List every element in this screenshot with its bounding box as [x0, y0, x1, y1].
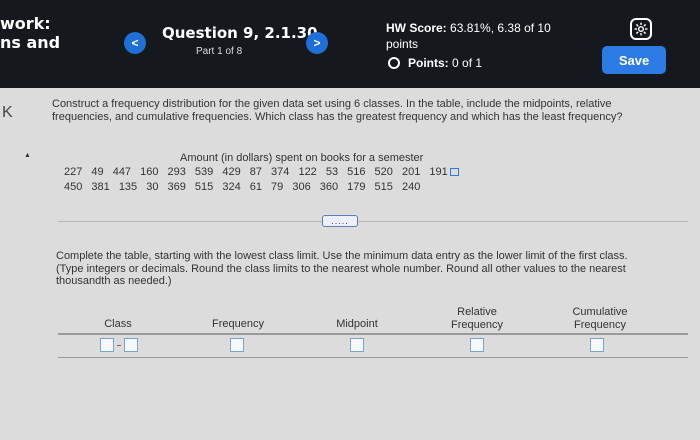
- midpoint-input[interactable]: [350, 338, 364, 352]
- frequency-input[interactable]: [230, 338, 244, 352]
- data-row-1-values: 227 49 447 160 293 539 429 87 374 122 53…: [64, 166, 448, 178]
- scroll-indicator-icon: ▲: [24, 152, 31, 159]
- question-part: Part 1 of 8: [196, 46, 243, 57]
- data-set-title: Amount (in dollars) spent on books for a…: [180, 152, 424, 164]
- chevron-left-icon: <: [131, 36, 139, 50]
- collapse-panel-button[interactable]: K: [2, 104, 13, 122]
- class-lower-limit-input[interactable]: [100, 338, 114, 352]
- next-question-button[interactable]: >: [306, 32, 328, 54]
- radio-circle-icon: [388, 57, 400, 69]
- course-title-line1: work:: [0, 14, 51, 33]
- expand-button[interactable]: .....: [322, 215, 358, 227]
- instructions: Complete the table, starting with the lo…: [56, 250, 656, 288]
- section-divider: [58, 221, 688, 222]
- data-row-2: 450 381 135 30 369 515 324 61 79 306 360…: [64, 181, 421, 193]
- save-button[interactable]: Save: [602, 46, 666, 74]
- data-row-1: 227 49 447 160 293 539 429 87 374 122 53…: [64, 166, 459, 178]
- cumulative-frequency-input[interactable]: [590, 338, 604, 352]
- hw-score-label: HW Score:: [386, 21, 447, 35]
- column-header-cumulative-frequency: Cumulative Frequency: [572, 306, 628, 331]
- hw-score-suffix: points: [386, 37, 419, 51]
- question-prompt: Construct a frequency distribution for t…: [52, 98, 623, 123]
- instructions-line2: (Type integers or decimals. Round the cl…: [56, 262, 626, 288]
- course-title-fragment: work: ns and: [0, 14, 60, 52]
- column-header-frequency: Frequency: [212, 318, 264, 330]
- gear-icon: [634, 22, 648, 36]
- copy-data-icon[interactable]: [449, 168, 459, 177]
- hw-score: HW Score: 63.81%, 6.38 of 10 points: [386, 20, 596, 52]
- points-label: Points:: [408, 56, 449, 70]
- instructions-line1: Complete the table, starting with the lo…: [56, 250, 628, 262]
- column-header-relative-frequency: Relative Frequency: [451, 306, 503, 331]
- points-status: Points: 0 of 1: [388, 56, 482, 70]
- class-limit-separator: [117, 345, 121, 346]
- settings-button[interactable]: [630, 18, 652, 40]
- question-title: Question 9, 2.1.30: [162, 24, 318, 42]
- chevron-right-icon: >: [313, 36, 321, 50]
- column-header-midpoint: Midpoint: [336, 318, 378, 330]
- hw-score-value: 63.81%, 6.38 of 10: [450, 21, 551, 35]
- relative-frequency-input[interactable]: [470, 338, 484, 352]
- points-value: 0 of 1: [452, 56, 483, 70]
- class-upper-limit-input[interactable]: [124, 338, 138, 352]
- table-header-rule: [58, 333, 688, 335]
- back-arrow-icon: K: [2, 104, 13, 121]
- course-title-line2: ns and: [0, 33, 61, 52]
- column-header-class: Class: [104, 318, 132, 330]
- top-bar: work: ns and < Question 9, 2.1.30 Part 1…: [0, 0, 700, 88]
- table-row-rule: [58, 357, 688, 358]
- previous-question-button[interactable]: <: [124, 32, 146, 54]
